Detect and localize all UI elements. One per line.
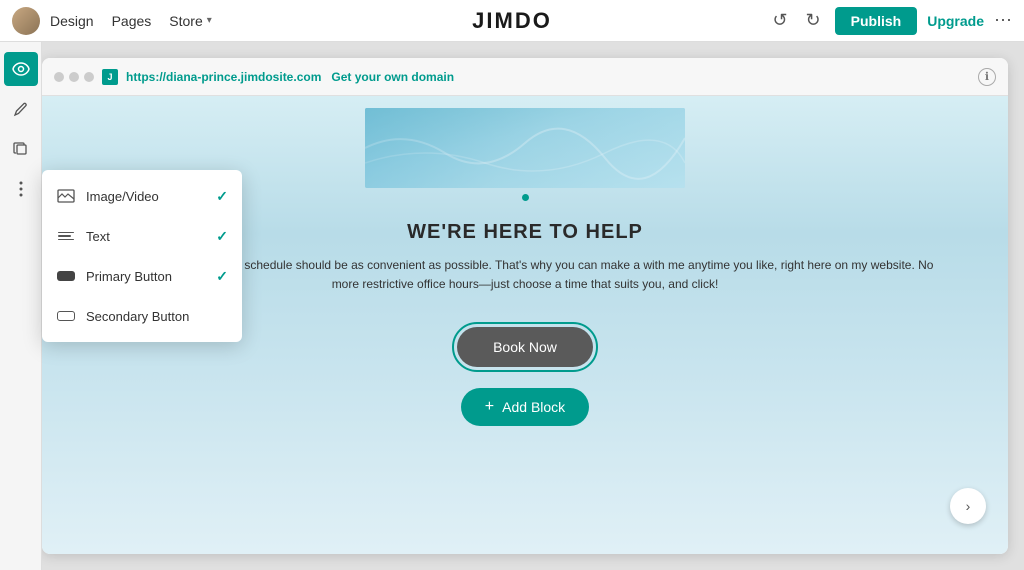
top-nav: Design Pages Store ▾ JIMDO ↺ ↻ Publish U… bbox=[0, 0, 1024, 42]
dropdown-check-text: ✓ bbox=[216, 228, 228, 245]
image-video-icon bbox=[56, 186, 76, 206]
book-now-selection: Book Now bbox=[452, 322, 598, 372]
dropdown-check-image-video: ✓ bbox=[216, 188, 228, 205]
sidebar-icon-pen[interactable] bbox=[4, 92, 38, 126]
store-chevron-icon: ▾ bbox=[207, 15, 212, 26]
dropdown-item-text[interactable]: Text ✓ bbox=[42, 216, 242, 256]
book-now-button[interactable]: Book Now bbox=[457, 327, 593, 367]
dropdown-label-secondary-button: Secondary Button bbox=[86, 309, 228, 324]
dropdown-item-secondary-button[interactable]: Secondary Button bbox=[42, 296, 242, 336]
nav-design[interactable]: Design bbox=[50, 13, 94, 29]
text-icon bbox=[56, 226, 76, 246]
next-arrow-button[interactable]: › bbox=[950, 488, 986, 524]
add-block-button[interactable]: + Add Block bbox=[461, 388, 589, 426]
more-button[interactable]: ⋯ bbox=[994, 10, 1012, 31]
redo-button[interactable]: ↻ bbox=[802, 6, 825, 35]
nav-pages[interactable]: Pages bbox=[112, 13, 152, 29]
nav-store[interactable]: Store ▾ bbox=[169, 13, 212, 29]
left-sidebar bbox=[0, 42, 42, 570]
undo-button[interactable]: ↺ bbox=[768, 6, 791, 35]
info-icon[interactable]: ℹ bbox=[978, 68, 996, 86]
dropdown-item-primary-button[interactable]: Primary Button ✓ bbox=[42, 256, 242, 296]
primary-button-icon bbox=[56, 266, 76, 286]
get-own-domain-link[interactable]: Get your own domain bbox=[331, 70, 454, 84]
browser-dot-2 bbox=[69, 72, 79, 82]
upgrade-link[interactable]: Upgrade bbox=[927, 13, 984, 29]
browser-url: https://diana-prince.jimdosite.com Get y… bbox=[126, 70, 454, 84]
sidebar-icon-more[interactable] bbox=[4, 172, 38, 206]
dropdown-menu: Image/Video ✓ Text ✓ Primary Button ✓ bbox=[42, 170, 242, 342]
dropdown-label-text: Text bbox=[86, 229, 206, 244]
main-area: Image/Video ✓ Text ✓ Primary Button ✓ bbox=[0, 42, 1024, 570]
dropdown-label-primary-button: Primary Button bbox=[86, 269, 206, 284]
add-block-wrapper: + Add Block bbox=[42, 388, 1008, 426]
browser-dots bbox=[54, 72, 94, 82]
dropdown-check-primary-button: ✓ bbox=[216, 268, 228, 285]
secondary-button-icon bbox=[56, 306, 76, 326]
publish-button[interactable]: Publish bbox=[835, 7, 918, 35]
sidebar-icon-copy[interactable] bbox=[4, 132, 38, 166]
nav-links: Design Pages Store ▾ bbox=[50, 13, 212, 29]
avatar[interactable] bbox=[12, 7, 40, 35]
nav-logo: JIMDO bbox=[472, 8, 552, 34]
browser-dot-1 bbox=[54, 72, 64, 82]
dropdown-label-image-video: Image/Video bbox=[86, 189, 206, 204]
browser-dot-3 bbox=[84, 72, 94, 82]
browser-favicon: J bbox=[102, 69, 118, 85]
browser-bar: J https://diana-prince.jimdosite.com Get… bbox=[42, 58, 1008, 96]
nav-right-actions: ↺ ↻ Publish Upgrade ⋯ bbox=[768, 6, 1012, 35]
plus-icon: + bbox=[485, 398, 494, 416]
dropdown-item-image-video[interactable]: Image/Video ✓ bbox=[42, 176, 242, 216]
sidebar-icon-eye[interactable] bbox=[4, 52, 38, 86]
carousel-dot-active[interactable] bbox=[522, 194, 529, 201]
site-hero-image bbox=[365, 108, 685, 188]
